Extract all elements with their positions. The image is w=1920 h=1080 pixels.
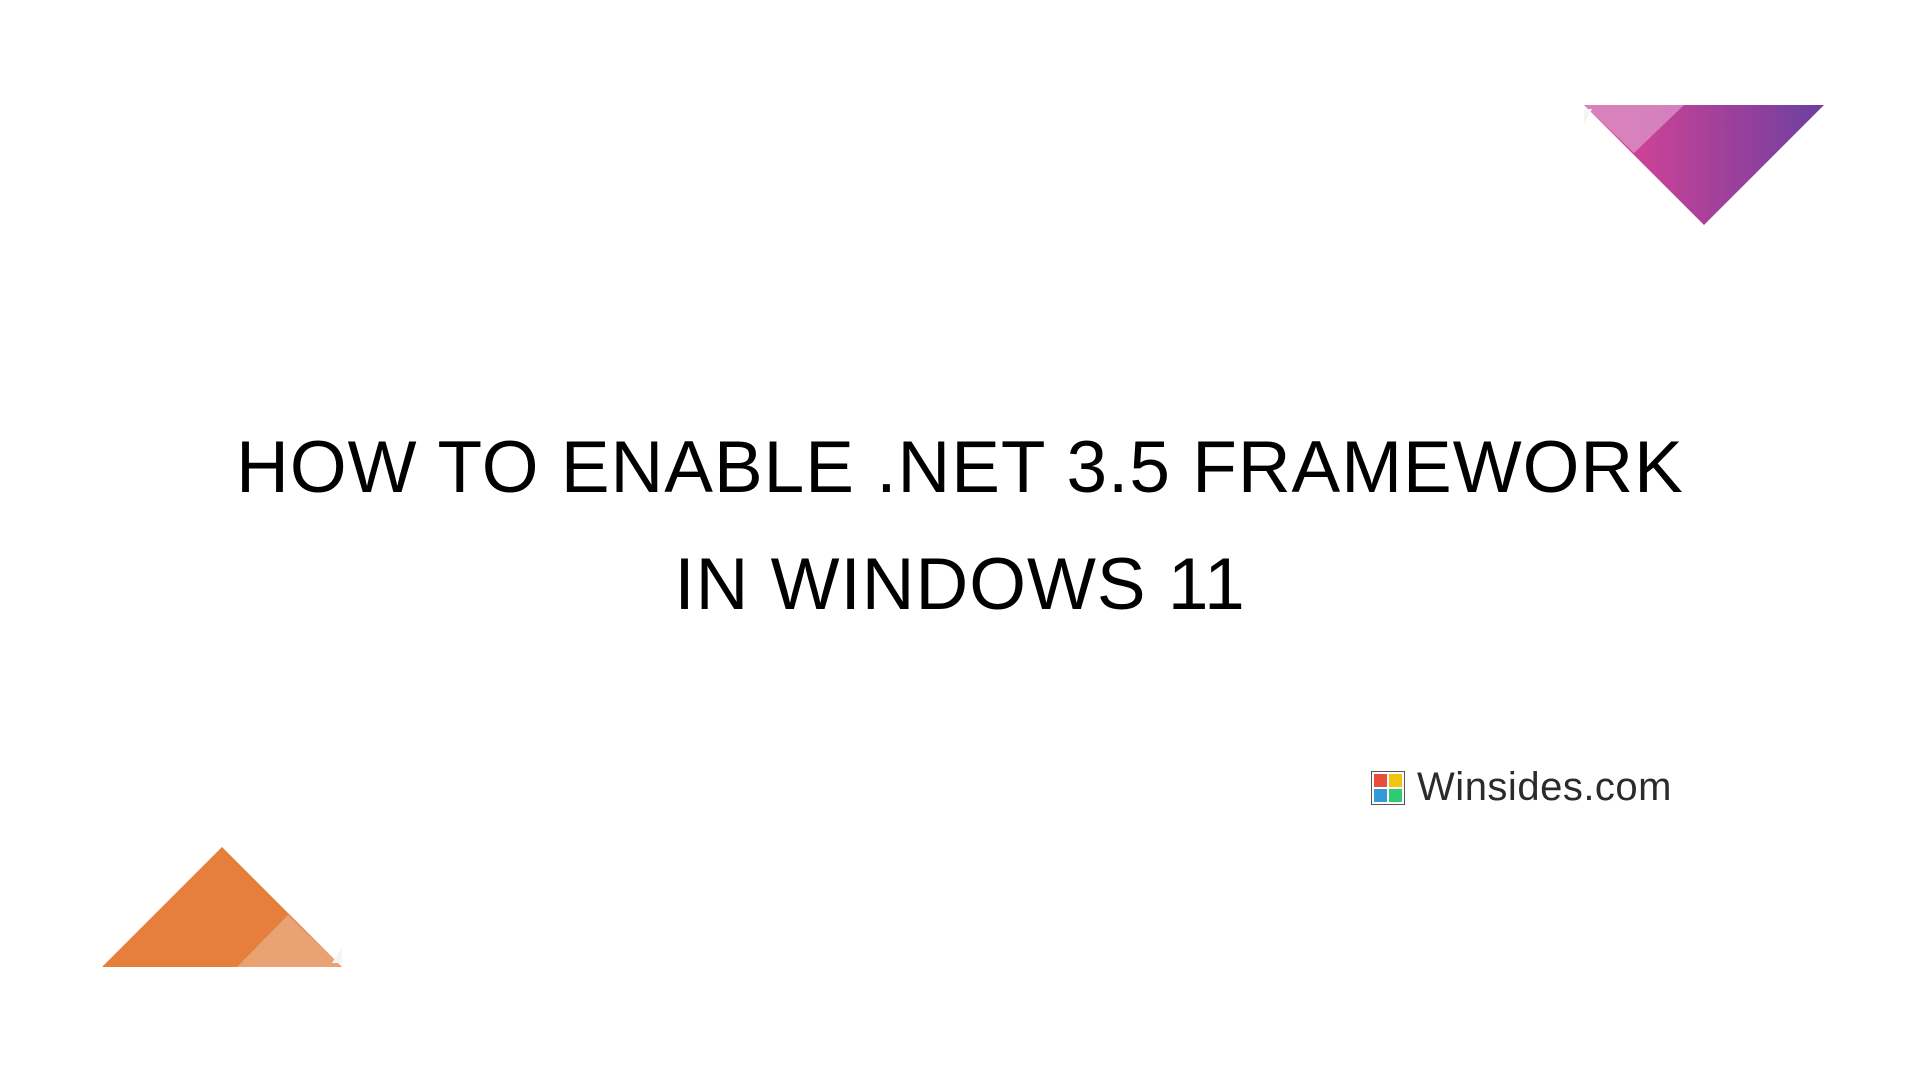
brand-text: Winsides.com: [1417, 765, 1672, 810]
logo-square-red: [1374, 774, 1387, 787]
title-line-2: IN WINDOWS 11: [674, 544, 1245, 625]
logo-square-blue: [1374, 789, 1387, 802]
brand-container: Winsides.com: [1371, 765, 1672, 810]
slide-title: HOW TO ENABLE .NET 3.5 FRAMEWORK IN WIND…: [96, 410, 1824, 644]
top-decoration-triangle: [1584, 105, 1824, 230]
bottom-decoration-triangle: [102, 847, 342, 972]
brand-logo-icon: [1371, 771, 1405, 805]
logo-square-green: [1389, 789, 1402, 802]
title-line-1: HOW TO ENABLE .NET 3.5 FRAMEWORK: [236, 427, 1684, 508]
logo-square-yellow: [1389, 774, 1402, 787]
slide-title-container: HOW TO ENABLE .NET 3.5 FRAMEWORK IN WIND…: [96, 410, 1824, 644]
